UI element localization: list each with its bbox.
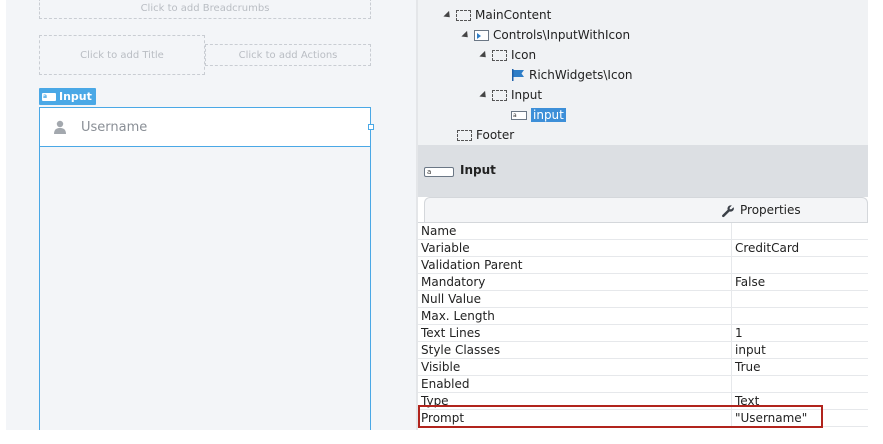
- tree-item-input-widget[interactable]: a input: [511, 106, 566, 124]
- tree-item-richwidgets-icon[interactable]: RichWidgets\Icon: [511, 66, 633, 84]
- tree-item-maincontent[interactable]: MainContent: [443, 6, 552, 24]
- property-value[interactable]: Text: [735, 394, 759, 408]
- input-widget-icon: a: [42, 92, 56, 101]
- property-name: Text Lines: [421, 326, 481, 340]
- flag-icon: [512, 69, 524, 81]
- screenshot-frame: Click to add Breadcrumbs Click to add Ti…: [0, 0, 883, 444]
- widget-tree: MainContent Controls\InputWithIcon Icon …: [418, 0, 868, 145]
- design-canvas[interactable]: Click to add Breadcrumbs Click to add Ti…: [6, 0, 416, 430]
- column-divider: [731, 325, 732, 342]
- property-name: Variable: [421, 241, 470, 255]
- column-divider: [731, 274, 732, 291]
- property-row-mandatory[interactable]: Mandatory False: [418, 274, 868, 291]
- property-row-prompt[interactable]: Prompt "Username": [418, 410, 868, 427]
- property-name: Enabled: [421, 377, 470, 391]
- selection-header: a Input: [418, 145, 868, 197]
- tab-properties-label: Properties: [740, 203, 801, 217]
- selection-title: Input: [460, 163, 496, 177]
- column-divider: [731, 240, 732, 257]
- expand-triangle-icon[interactable]: [479, 90, 489, 100]
- property-row-null-value[interactable]: Null Value: [418, 291, 868, 308]
- resize-handle[interactable]: [368, 124, 374, 130]
- column-divider: [731, 291, 732, 308]
- property-value[interactable]: False: [735, 275, 765, 289]
- column-divider: [731, 342, 732, 359]
- property-name: Name: [421, 224, 457, 238]
- tree-item-label: Icon: [511, 48, 537, 62]
- column-divider: [731, 410, 732, 427]
- property-row-enabled[interactable]: Enabled: [418, 376, 868, 393]
- tree-item-label: Footer: [476, 128, 515, 142]
- username-input-widget[interactable]: Username: [39, 107, 374, 147]
- user-icon: [54, 120, 66, 134]
- bottom-margin: [0, 430, 883, 444]
- container-icon: [492, 89, 507, 101]
- title-placeholder[interactable]: Click to add Title: [39, 35, 205, 75]
- column-divider: [731, 308, 732, 325]
- breadcrumbs-placeholder-label: Click to add Breadcrumbs: [140, 3, 270, 14]
- properties-grid: Name Variable CreditCard Validation Pare…: [418, 222, 868, 430]
- property-value[interactable]: "Username": [735, 411, 807, 425]
- tree-item-label: Input: [511, 88, 543, 102]
- property-row-name[interactable]: Name: [418, 223, 868, 240]
- title-placeholder-label: Click to add Title: [80, 49, 164, 61]
- property-name: Style Classes: [421, 343, 501, 357]
- tree-item-label: Controls\InputWithIcon: [493, 28, 631, 42]
- property-row-type[interactable]: Type Text: [418, 393, 868, 410]
- property-name: Prompt: [421, 411, 465, 425]
- property-value[interactable]: True: [735, 360, 761, 374]
- input-icon: a: [511, 110, 527, 120]
- tree-item-icon-container[interactable]: Icon: [479, 46, 537, 64]
- tab-properties[interactable]: Properties: [424, 197, 868, 223]
- column-divider: [731, 393, 732, 410]
- expand-triangle-icon[interactable]: [443, 10, 453, 20]
- username-placeholder: Username: [81, 120, 148, 135]
- tree-item-label: RichWidgets\Icon: [529, 68, 633, 82]
- tree-item-input-container[interactable]: Input: [479, 86, 543, 104]
- tree-item-label-selected: input: [531, 108, 566, 122]
- property-name: Null Value: [421, 292, 482, 306]
- tree-item-inputwithicon[interactable]: Controls\InputWithIcon: [461, 26, 631, 44]
- property-row-max-length[interactable]: Max. Length: [418, 308, 868, 325]
- property-value[interactable]: CreditCard: [735, 241, 799, 255]
- column-divider: [731, 257, 732, 274]
- tree-item-label: MainContent: [475, 8, 552, 22]
- column-divider: [731, 223, 732, 240]
- input-container-outline: [39, 147, 371, 430]
- expand-triangle-icon[interactable]: [461, 30, 471, 40]
- property-row-text-lines[interactable]: Text Lines 1: [418, 325, 868, 342]
- breadcrumbs-placeholder[interactable]: Click to add Breadcrumbs: [39, 0, 371, 19]
- wrench-icon: [722, 205, 734, 218]
- container-icon: [457, 129, 472, 141]
- property-row-variable[interactable]: Variable CreditCard: [418, 240, 868, 257]
- input-icon: a: [424, 167, 454, 177]
- property-name: Mandatory: [421, 275, 486, 289]
- property-name: Max. Length: [421, 309, 495, 323]
- expand-triangle-icon[interactable]: [479, 50, 489, 60]
- tree-item-footer[interactable]: Footer: [457, 126, 514, 144]
- block-icon: [474, 29, 489, 41]
- property-name: Type: [421, 394, 449, 408]
- selected-widget-tag[interactable]: a Input: [39, 88, 96, 105]
- container-icon: [492, 49, 507, 61]
- property-name: Visible: [421, 360, 461, 374]
- property-row-style-classes[interactable]: Style Classes input: [418, 342, 868, 359]
- property-row-validation-parent[interactable]: Validation Parent: [418, 257, 868, 274]
- column-divider: [731, 376, 732, 393]
- selected-widget-tag-label: Input: [59, 90, 92, 103]
- column-divider: [731, 359, 732, 376]
- actions-placeholder[interactable]: Click to add Actions: [205, 44, 371, 66]
- property-name: Validation Parent: [421, 258, 523, 272]
- property-value[interactable]: input: [735, 343, 766, 357]
- property-row-visible[interactable]: Visible True: [418, 359, 868, 376]
- container-icon: [456, 9, 471, 21]
- property-value[interactable]: 1: [735, 326, 743, 340]
- actions-placeholder-label: Click to add Actions: [238, 49, 338, 61]
